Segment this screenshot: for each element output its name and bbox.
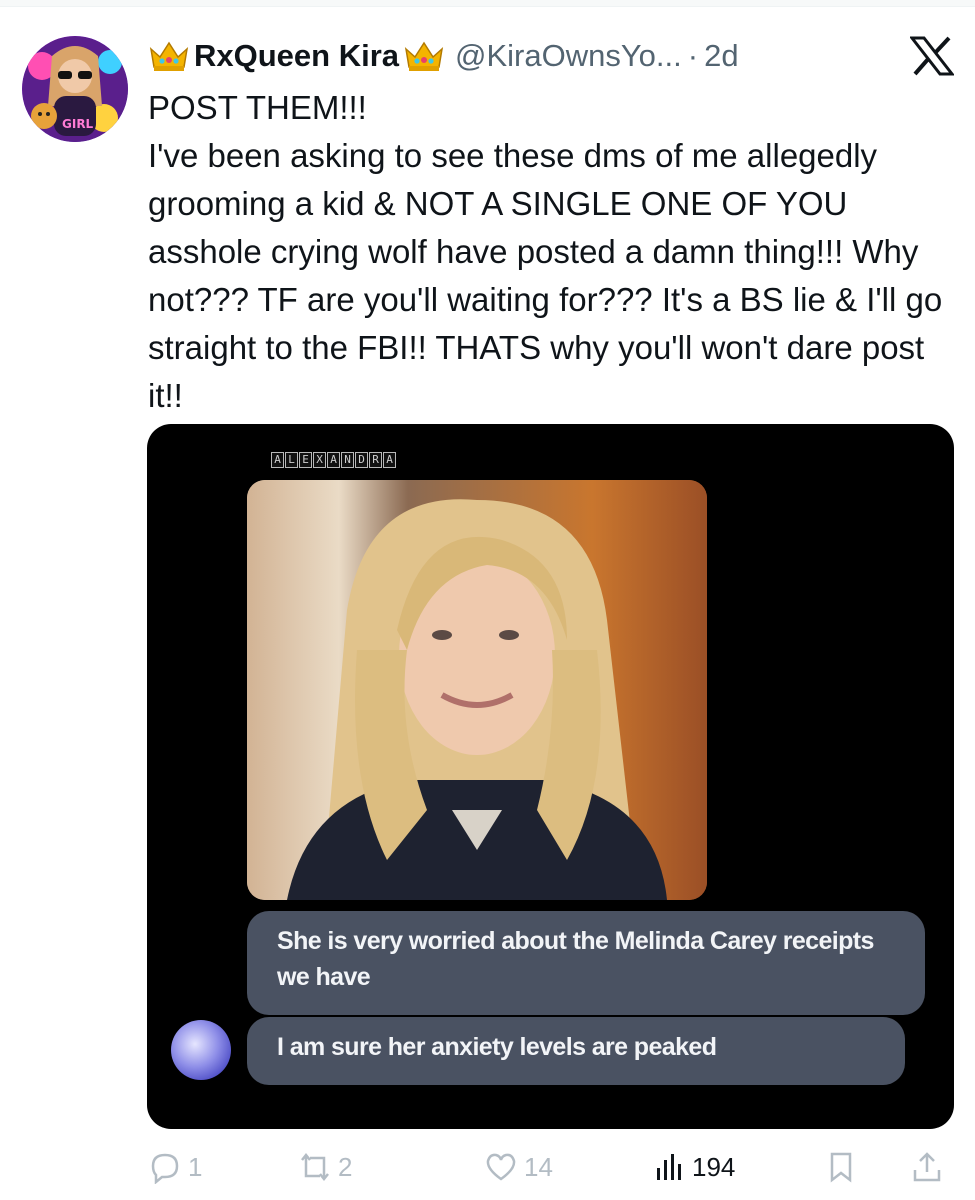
repost-button[interactable]: 2 [298, 1150, 352, 1184]
reply-button[interactable]: 1 [148, 1150, 202, 1184]
sender-letter: A [383, 452, 396, 468]
dm-photo [247, 480, 707, 900]
reply-icon [151, 1153, 179, 1184]
sender-letter: A [271, 452, 284, 468]
dm-message-bubble: She is very worried about the Melinda Ca… [247, 911, 925, 1015]
share-icon [913, 1152, 941, 1182]
author-avatar[interactable]: GIRL [22, 36, 128, 142]
repost-count: 2 [338, 1151, 353, 1182]
bookmark-button[interactable] [824, 1150, 858, 1184]
dm-avatar [171, 1020, 231, 1080]
sender-letter: R [369, 452, 382, 468]
post-text: POST THEM!!! I've been asking to see the… [148, 84, 958, 420]
views-button[interactable]: 194 [652, 1150, 735, 1184]
repost-icon [301, 1152, 329, 1182]
views-count: 194 [692, 1151, 736, 1182]
post-actions-bar: 1 2 14 194 [148, 1150, 948, 1190]
dm-sender-name: A L E X A N D R A [271, 452, 396, 468]
author-display-name[interactable]: RxQueen Kira [194, 38, 399, 74]
post-text-line: I've been asking to see these dms of me … [148, 137, 943, 414]
like-button[interactable]: 14 [484, 1150, 553, 1184]
crown-emoji-icon [404, 41, 444, 71]
person-photo-icon [247, 480, 707, 900]
sender-letter: D [355, 452, 368, 468]
reply-count: 1 [188, 1151, 203, 1182]
dm-message-bubble: I am sure her anxiety levels are peaked [247, 1017, 905, 1085]
svg-text:GIRL: GIRL [62, 117, 94, 131]
share-button[interactable] [910, 1150, 944, 1184]
post-header: RxQueen Kira @KiraOwnsYo... · 2d [148, 34, 739, 78]
crown-emoji-icon [149, 41, 189, 71]
profile-avatar-icon: GIRL [22, 36, 128, 142]
like-count: 14 [524, 1151, 553, 1182]
sender-letter: E [299, 452, 312, 468]
sender-letter: X [313, 452, 326, 468]
post-timestamp[interactable]: 2d [704, 38, 738, 74]
x-logo-icon[interactable] [910, 36, 954, 76]
post-text-line: POST THEM!!! [148, 89, 367, 126]
views-chart-icon [657, 1154, 681, 1180]
separator-dot: · [687, 38, 699, 73]
sender-letter: N [341, 452, 354, 468]
top-divider [0, 0, 975, 7]
sender-letter: A [327, 452, 340, 468]
author-handle[interactable]: @KiraOwnsYo... [455, 38, 682, 74]
post-media-image[interactable]: A L E X A N D R A She is very worried ab… [147, 424, 954, 1129]
sender-letter: L [285, 452, 298, 468]
bookmark-icon [830, 1152, 852, 1183]
heart-icon [486, 1153, 516, 1181]
